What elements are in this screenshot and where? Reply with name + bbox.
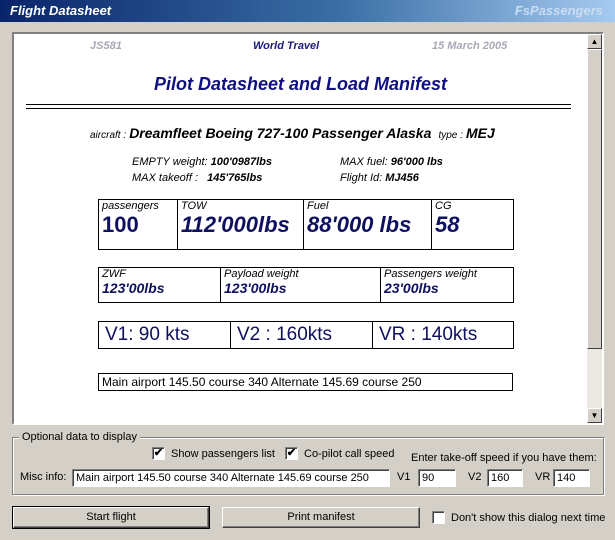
flight-id-value: MJ456 <box>385 172 419 184</box>
window-title: Flight Datasheet <box>10 3 112 18</box>
speed-v2: V2 : 160kts <box>230 321 373 349</box>
aircraft-label: aircraft : <box>90 130 127 141</box>
load-value: 112'000lbs <box>181 212 290 237</box>
misc-info-input[interactable]: Main airport 145.50 course 340 Alternate… <box>72 469 390 487</box>
optional-data-legend: Optional data to display <box>19 431 140 443</box>
scroll-down-icon[interactable]: ▼ <box>587 408 602 423</box>
load-cell-cg: CG 58 <box>431 199 514 250</box>
vr-label: VR <box>535 471 551 483</box>
copilot-speed-checkbox[interactable]: ✔ <box>285 447 298 460</box>
load-value: 58 <box>435 212 460 237</box>
speed-hint: Enter take-off speed if you have them: <box>411 452 597 464</box>
load-label: CG <box>435 200 452 213</box>
brand-logo-text: FsPassengers <box>514 3 603 18</box>
speed-v1: V1: 90 kts <box>98 321 231 349</box>
empty-weight-row: EMPTY weight: 100'0987lbs <box>132 156 272 168</box>
weight-cell-zwf: ZWF 123'00lbs <box>98 267 221 303</box>
empty-weight-label: EMPTY weight: <box>132 156 208 168</box>
max-fuel-value: 96'000 lbs <box>390 156 443 168</box>
load-value: 100 <box>102 212 139 237</box>
title-divider-bottom <box>26 108 571 109</box>
title-bar[interactable]: Flight Datasheet FsPassengers <box>0 0 615 22</box>
datasheet-viewer[interactable]: JS581 World Travel 15 March 2005 Pilot D… <box>12 32 604 425</box>
radio-info: Main airport 145.50 course 340 Alternate… <box>98 373 513 391</box>
radio-table: Main airport 145.50 course 340 Alternate… <box>98 373 513 391</box>
scroll-up-icon[interactable]: ▲ <box>587 34 602 49</box>
weight-label: Payload weight <box>224 268 299 281</box>
flight-date: 15 March 2005 <box>432 40 508 52</box>
copilot-speed-label[interactable]: Co-pilot call speed <box>304 448 395 460</box>
sheet-title: Pilot Datasheet and Load Manifest <box>153 74 448 94</box>
weight-cell-passengers: Passengers weight 23'00lbs <box>380 267 514 303</box>
flight-id-row: Flight Id: MJ456 <box>340 172 419 184</box>
weight-label: Passengers weight <box>384 268 477 281</box>
misc-info-label: Misc info: <box>20 471 67 483</box>
show-passengers-checkbox[interactable]: ✔ <box>152 447 165 460</box>
title-divider-top <box>26 104 571 105</box>
load-label: Fuel <box>307 200 329 213</box>
aircraft-line: aircraft : Dreamfleet Boeing 727-100 Pas… <box>90 125 495 141</box>
dont-show-checkbox[interactable] <box>432 511 445 524</box>
v2-input[interactable]: 160 <box>487 469 523 487</box>
weights-table: ZWF 123'00lbs Payload weight 123'00lbs P… <box>98 267 514 303</box>
weight-value: 123'00lbs <box>224 280 287 296</box>
weight-label: ZWF <box>102 268 126 281</box>
load-cell-passengers: passengers 100 <box>98 199 178 250</box>
speed-vr: VR : 140kts <box>372 321 514 349</box>
type-value: MEJ <box>465 125 495 141</box>
datasheet-page: JS581 World Travel 15 March 2005 Pilot D… <box>14 34 587 423</box>
load-label: TOW <box>181 200 207 213</box>
max-takeoff-row: MAX takeoff : 145'765lbs <box>132 172 262 184</box>
load-table: passengers 100 TOW 112'000lbs Fuel 88'00… <box>98 199 514 250</box>
flight-id-label: Flight Id: <box>340 172 383 184</box>
load-label: passengers <box>102 200 159 213</box>
type-label: type : <box>438 130 463 141</box>
aircraft-name: Dreamfleet Boeing 727-100 Passenger Alas… <box>129 125 432 141</box>
max-takeoff-label: MAX takeoff : <box>132 172 199 184</box>
v2-label: V2 <box>468 471 482 483</box>
max-takeoff-value: 145'765lbs <box>207 172 263 184</box>
empty-weight-value: 100'0987lbs <box>210 156 273 168</box>
vr-input[interactable]: 140 <box>553 469 590 487</box>
max-fuel-row: MAX fuel: 96'000 lbs <box>340 156 443 168</box>
load-value: 88'000 lbs <box>307 212 412 237</box>
dont-show-label[interactable]: Don't show this dialog next time <box>451 512 605 524</box>
show-passengers-label[interactable]: Show passengers list <box>171 448 275 460</box>
weight-cell-payload: Payload weight 123'00lbs <box>220 267 381 303</box>
start-flight-button[interactable]: Start flight <box>12 506 210 529</box>
max-fuel-label: MAX fuel: <box>340 156 388 168</box>
speeds-table: V1: 90 kts V2 : 160kts VR : 140kts <box>98 321 514 349</box>
airline-name: World Travel <box>253 40 320 52</box>
print-manifest-button[interactable]: Print manifest <box>222 507 420 528</box>
load-cell-fuel: Fuel 88'000 lbs <box>303 199 432 250</box>
vertical-scrollbar[interactable]: ▲ ▼ <box>587 34 602 423</box>
v1-input[interactable]: 90 <box>418 469 456 487</box>
scroll-thumb[interactable] <box>587 49 602 349</box>
load-cell-tow: TOW 112'000lbs <box>177 199 304 250</box>
optional-data-group: Optional data to display ✔ Show passenge… <box>12 431 604 495</box>
weight-value: 123'00lbs <box>102 280 165 296</box>
flight-number: JS581 <box>90 40 122 52</box>
v1-label: V1 <box>397 471 411 483</box>
weight-value: 23'00lbs <box>384 280 439 296</box>
